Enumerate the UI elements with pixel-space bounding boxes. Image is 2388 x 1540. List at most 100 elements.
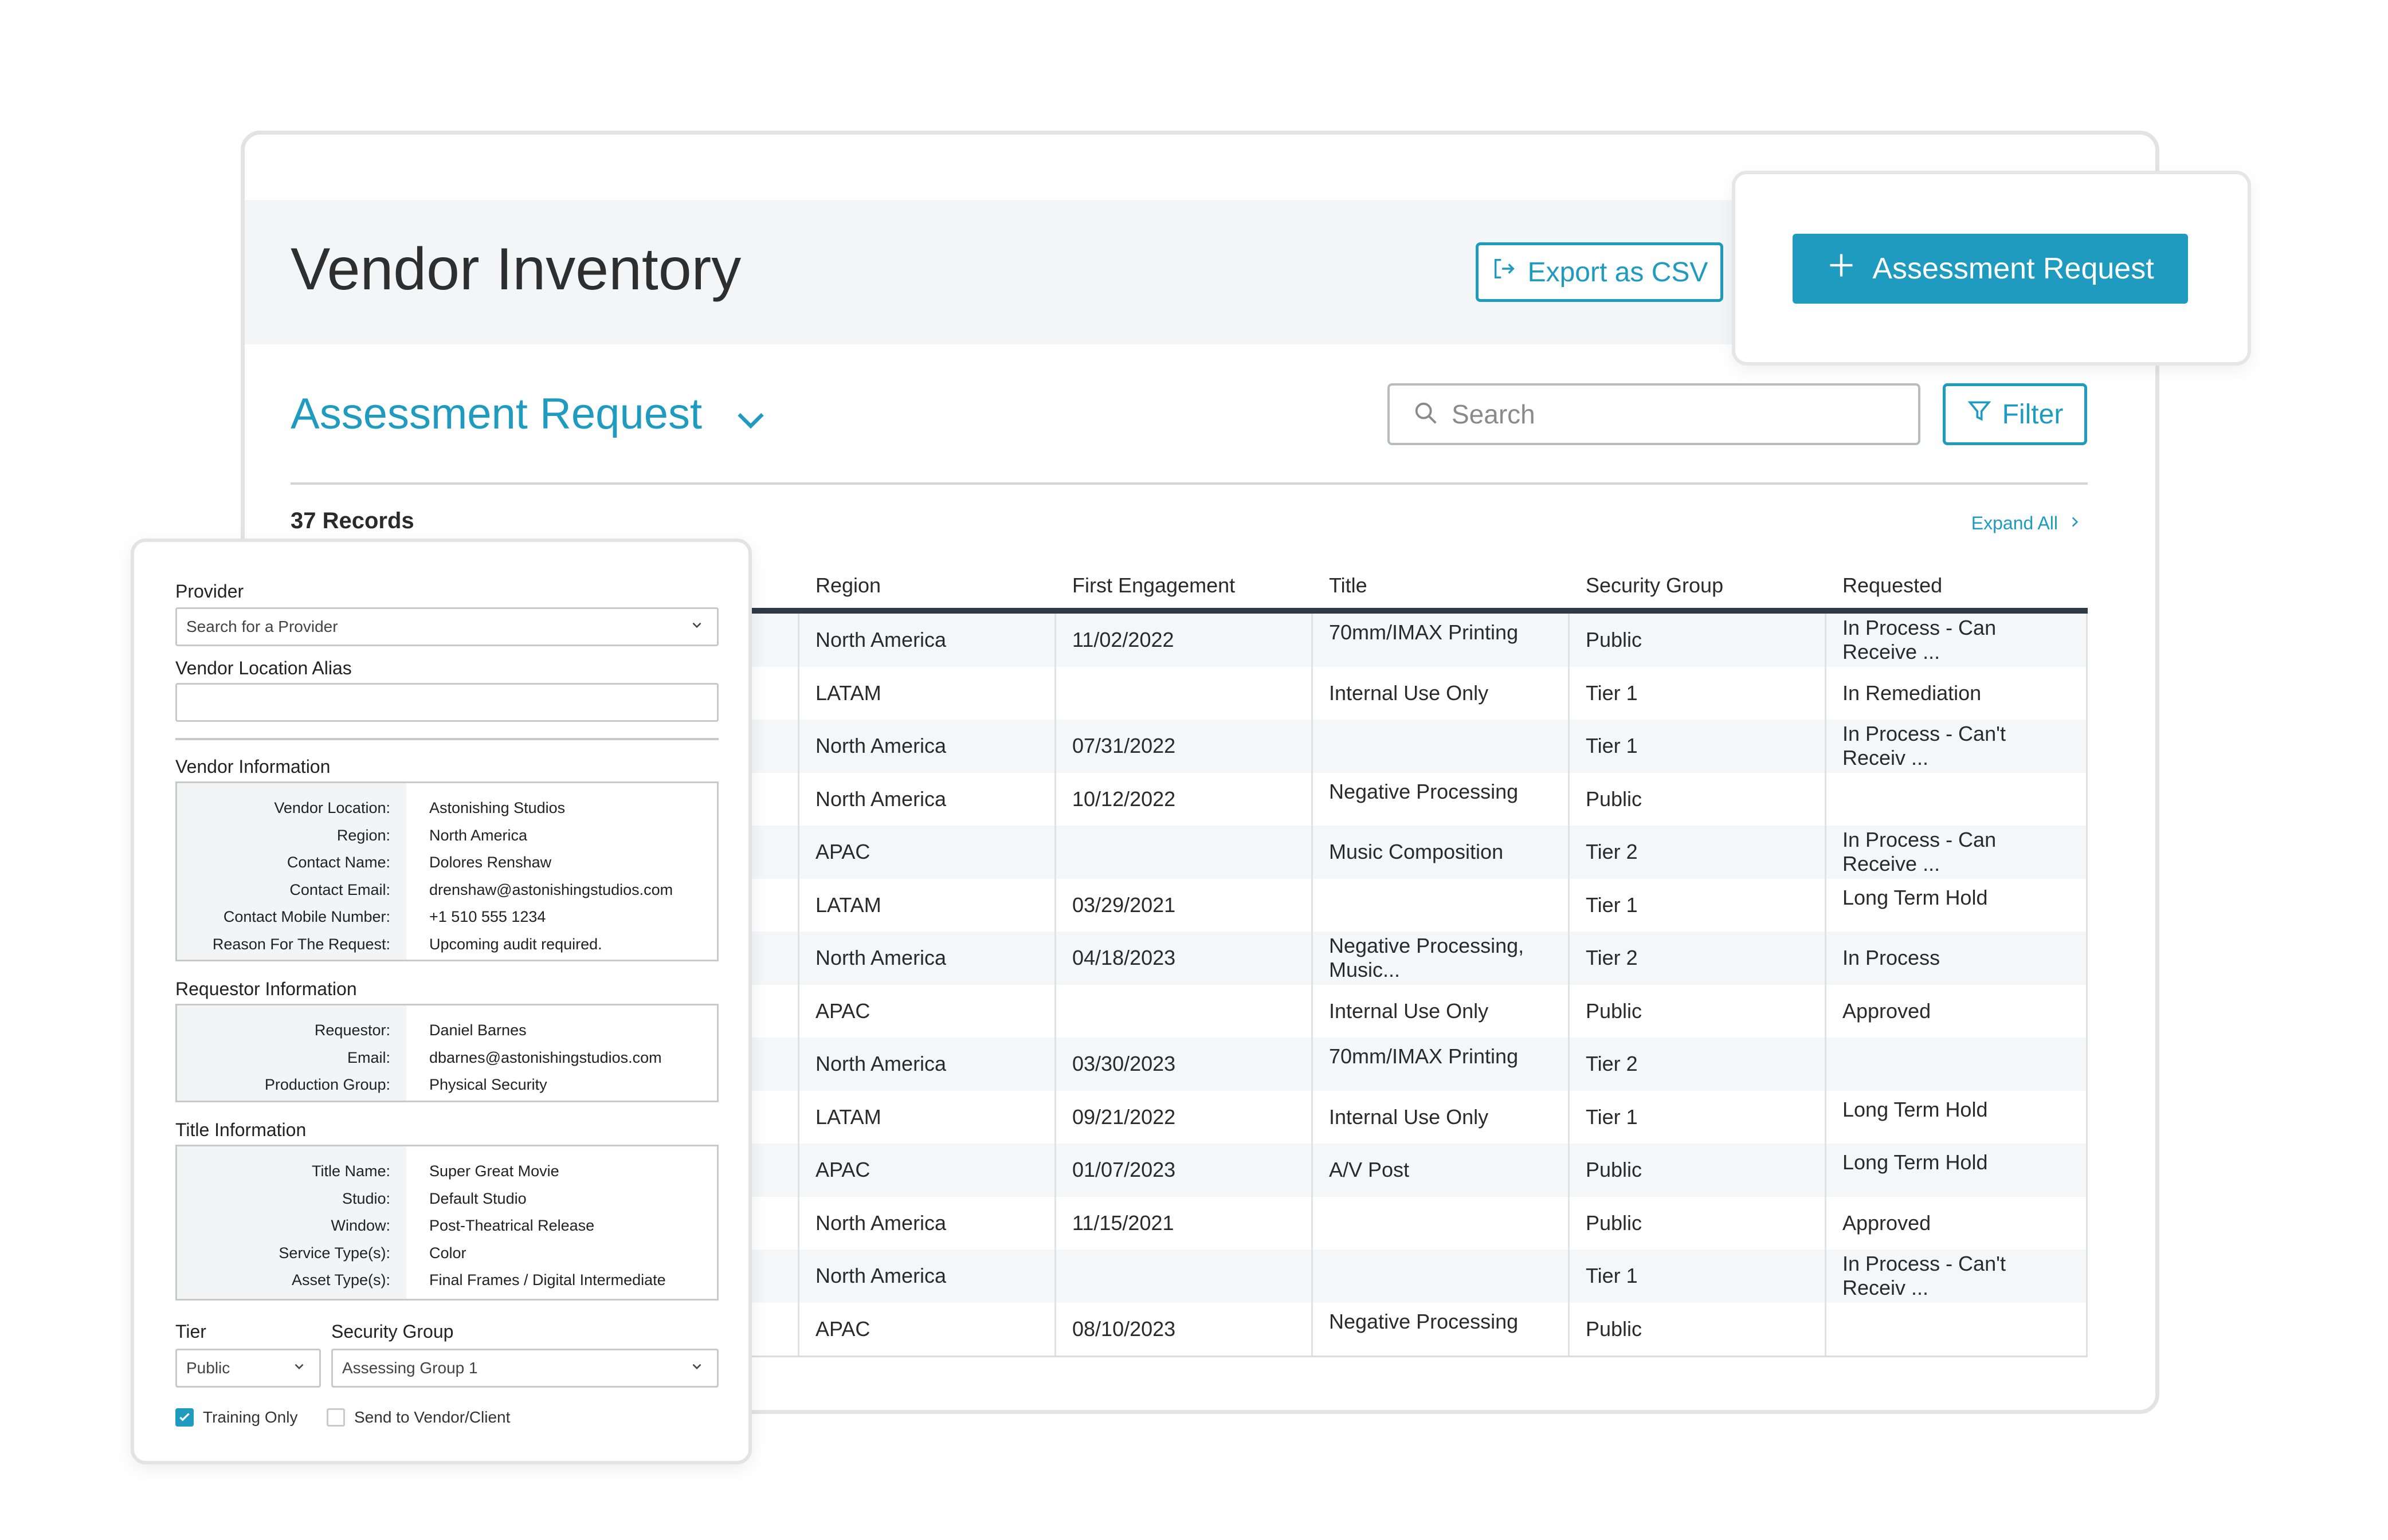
export-csv-button[interactable]: Export as CSV bbox=[1476, 242, 1723, 302]
title-info-key: Asset Type(s): bbox=[291, 1271, 390, 1288]
check-icon bbox=[177, 1413, 192, 1427]
title-cell bbox=[1313, 720, 1570, 773]
expand-all-link[interactable]: Expand All bbox=[1971, 513, 2082, 534]
vendor-info-key: Region: bbox=[336, 826, 390, 844]
title-cell: 70mm/IMAX Printing bbox=[1313, 1038, 1570, 1091]
requested-cell: In Remediation bbox=[1826, 666, 2088, 720]
title-information-values: Super Great Movie Default Studio Post-Thea… bbox=[406, 1146, 717, 1299]
vendor-info-value: drenshaw@astonishingstudios.com bbox=[429, 881, 673, 898]
vendor-info-value: Dolores Renshaw bbox=[429, 854, 552, 871]
security-group-cell: Tier 2 bbox=[1570, 826, 1826, 879]
title-cell: Internal Use Only bbox=[1313, 984, 1570, 1038]
title-cell bbox=[1313, 878, 1570, 932]
divider bbox=[291, 482, 2088, 485]
chevron-down-icon bbox=[689, 1359, 704, 1378]
first-engagement-cell bbox=[1056, 984, 1313, 1038]
title-cell: Negative Processing bbox=[1313, 1302, 1570, 1356]
search-box[interactable] bbox=[1387, 383, 1920, 445]
vendor-information-values: Astonishing Studios North America Dolores … bbox=[406, 783, 717, 960]
security-group-select-value: Assessing Group 1 bbox=[342, 1359, 478, 1377]
vendor-location-alias-input[interactable] bbox=[175, 683, 719, 722]
search-icon bbox=[1413, 400, 1439, 429]
send-to-vendor-label: Send to Vendor/Client bbox=[354, 1408, 511, 1426]
requested-cell: Approved bbox=[1826, 984, 2088, 1038]
column-header-title[interactable]: Title bbox=[1313, 555, 1570, 608]
first-engagement-cell: 08/10/2023 bbox=[1056, 1302, 1313, 1356]
title-info-value: Post-Theatrical Release bbox=[429, 1217, 595, 1234]
plus-icon bbox=[1826, 250, 1856, 288]
requestor-info-value: dbarnes@astonishingstudios.com bbox=[429, 1048, 662, 1066]
requestor-information-heading: Requestor Information bbox=[175, 979, 357, 999]
security-group-cell: Public bbox=[1570, 772, 1826, 826]
vendor-info-key: Contact Mobile Number: bbox=[223, 908, 390, 925]
requested-cell bbox=[1826, 1302, 2088, 1356]
assessment-request-button[interactable]: Assessment Request bbox=[1793, 234, 2188, 304]
requested-cell: In Process - Can't Receiv ... bbox=[1826, 720, 2088, 773]
requested-cell: Long Term Hold bbox=[1826, 878, 2088, 932]
title-info-key: Service Type(s): bbox=[279, 1244, 390, 1262]
security-group-cell: Public bbox=[1570, 1196, 1826, 1250]
chevron-down-icon[interactable] bbox=[731, 399, 771, 439]
provider-select[interactable]: Search for a Provider bbox=[175, 607, 719, 646]
requested-cell: In Process - Can Receive ... bbox=[1826, 826, 2088, 879]
region-cell: APAC bbox=[799, 826, 1056, 879]
requested-cell: Long Term Hold bbox=[1826, 1090, 2088, 1144]
column-header-requested[interactable]: Requested bbox=[1826, 555, 2088, 608]
first-engagement-cell: 11/02/2022 bbox=[1056, 614, 1313, 667]
divider bbox=[175, 738, 719, 740]
expand-all-label: Expand All bbox=[1971, 513, 2058, 533]
section-title[interactable]: Assessment Request bbox=[291, 389, 702, 439]
requestor-info-key: Requestor: bbox=[314, 1022, 390, 1039]
title-cell: 70mm/IMAX Printing bbox=[1313, 614, 1570, 667]
vendor-info-key: Contact Name: bbox=[287, 854, 390, 871]
title-cell: Negative Processing, Music... bbox=[1313, 932, 1570, 985]
chevron-down-icon bbox=[689, 618, 704, 637]
send-to-vendor-checkbox[interactable] bbox=[327, 1408, 345, 1427]
first-engagement-cell bbox=[1056, 826, 1313, 879]
provider-label: Provider bbox=[175, 581, 244, 602]
first-engagement-cell bbox=[1056, 666, 1313, 720]
training-only-checkbox[interactable] bbox=[175, 1408, 194, 1427]
vendor-info-value: Upcoming audit required. bbox=[429, 935, 602, 953]
chevron-down-icon bbox=[292, 1359, 307, 1378]
tier-select-value: Public bbox=[186, 1359, 230, 1377]
search-input[interactable] bbox=[1452, 399, 1887, 430]
column-header-region[interactable]: Region bbox=[799, 555, 1056, 608]
security-group-cell: Public bbox=[1570, 614, 1826, 667]
title-info-key: Studio: bbox=[342, 1189, 390, 1207]
requested-cell bbox=[1826, 772, 2088, 826]
requestor-info-value: Daniel Barnes bbox=[429, 1022, 527, 1039]
first-engagement-cell bbox=[1056, 1250, 1313, 1303]
title-info-value: Super Great Movie bbox=[429, 1162, 559, 1180]
region-cell: North America bbox=[799, 614, 1056, 667]
region-cell: LATAM bbox=[799, 1090, 1056, 1144]
filter-button[interactable]: Filter bbox=[1943, 383, 2087, 445]
column-header-first-engagement[interactable]: First Engagement bbox=[1056, 555, 1313, 608]
first-engagement-cell: 01/07/2023 bbox=[1056, 1144, 1313, 1197]
export-csv-label: Export as CSV bbox=[1527, 257, 1708, 288]
security-group-cell: Public bbox=[1570, 1302, 1826, 1356]
region-cell: North America bbox=[799, 772, 1056, 826]
export-icon bbox=[1491, 256, 1518, 289]
title-cell bbox=[1313, 1196, 1570, 1250]
requestor-information-values: Daniel Barnes dbarnes@astonishingstudios.… bbox=[406, 1005, 717, 1101]
first-engagement-cell: 04/18/2023 bbox=[1056, 932, 1313, 985]
requested-cell: In Process - Can Receive ... bbox=[1826, 614, 2088, 667]
region-cell: APAC bbox=[799, 984, 1056, 1038]
tier-select[interactable]: Public bbox=[175, 1349, 321, 1388]
title-info-key: Title Name: bbox=[311, 1162, 390, 1180]
assessment-form-panel: Provider Search for a Provider Vendor Lo… bbox=[131, 539, 752, 1464]
first-engagement-cell: 03/29/2021 bbox=[1056, 878, 1313, 932]
column-header-security-group[interactable]: Security Group bbox=[1570, 555, 1826, 608]
security-group-cell: Tier 1 bbox=[1570, 1090, 1826, 1144]
first-engagement-cell: 07/31/2022 bbox=[1056, 720, 1313, 773]
vendor-info-key: Vendor Location: bbox=[274, 799, 390, 816]
filter-icon bbox=[1967, 398, 1992, 430]
first-engagement-cell: 11/15/2021 bbox=[1056, 1196, 1313, 1250]
security-group-select[interactable]: Assessing Group 1 bbox=[331, 1349, 719, 1388]
title-cell bbox=[1313, 1250, 1570, 1303]
requested-cell: In Process - Can't Receiv ... bbox=[1826, 1250, 2088, 1303]
security-group-cell: Tier 1 bbox=[1570, 666, 1826, 720]
title-information-box: Title Name: Studio: Window: Service Type(s)… bbox=[175, 1145, 719, 1301]
title-info-value: Default Studio bbox=[429, 1189, 527, 1207]
